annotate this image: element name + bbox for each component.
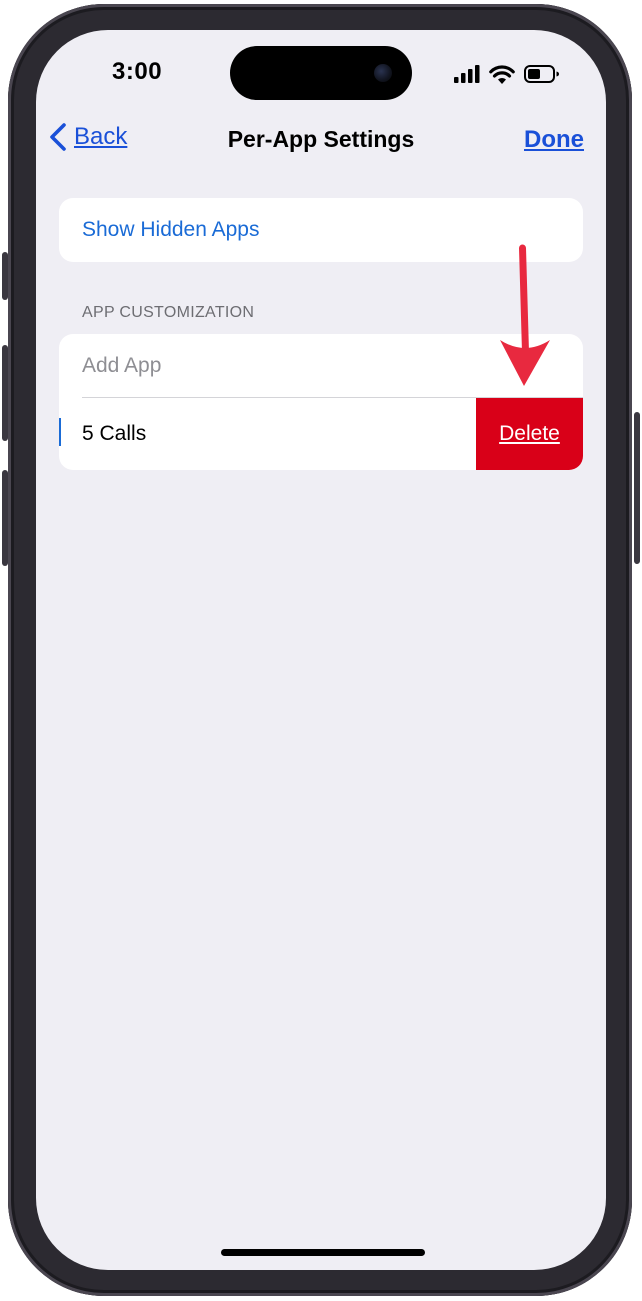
home-indicator[interactable] <box>221 1249 425 1256</box>
action-button <box>2 252 8 300</box>
screen: 3:00 Back Per-App Settings Done Show Hid… <box>36 30 606 1270</box>
power-button <box>634 412 640 564</box>
volume-down-button <box>2 470 8 566</box>
down-arrow-annotation <box>500 244 550 386</box>
volume-up-button <box>2 345 8 441</box>
